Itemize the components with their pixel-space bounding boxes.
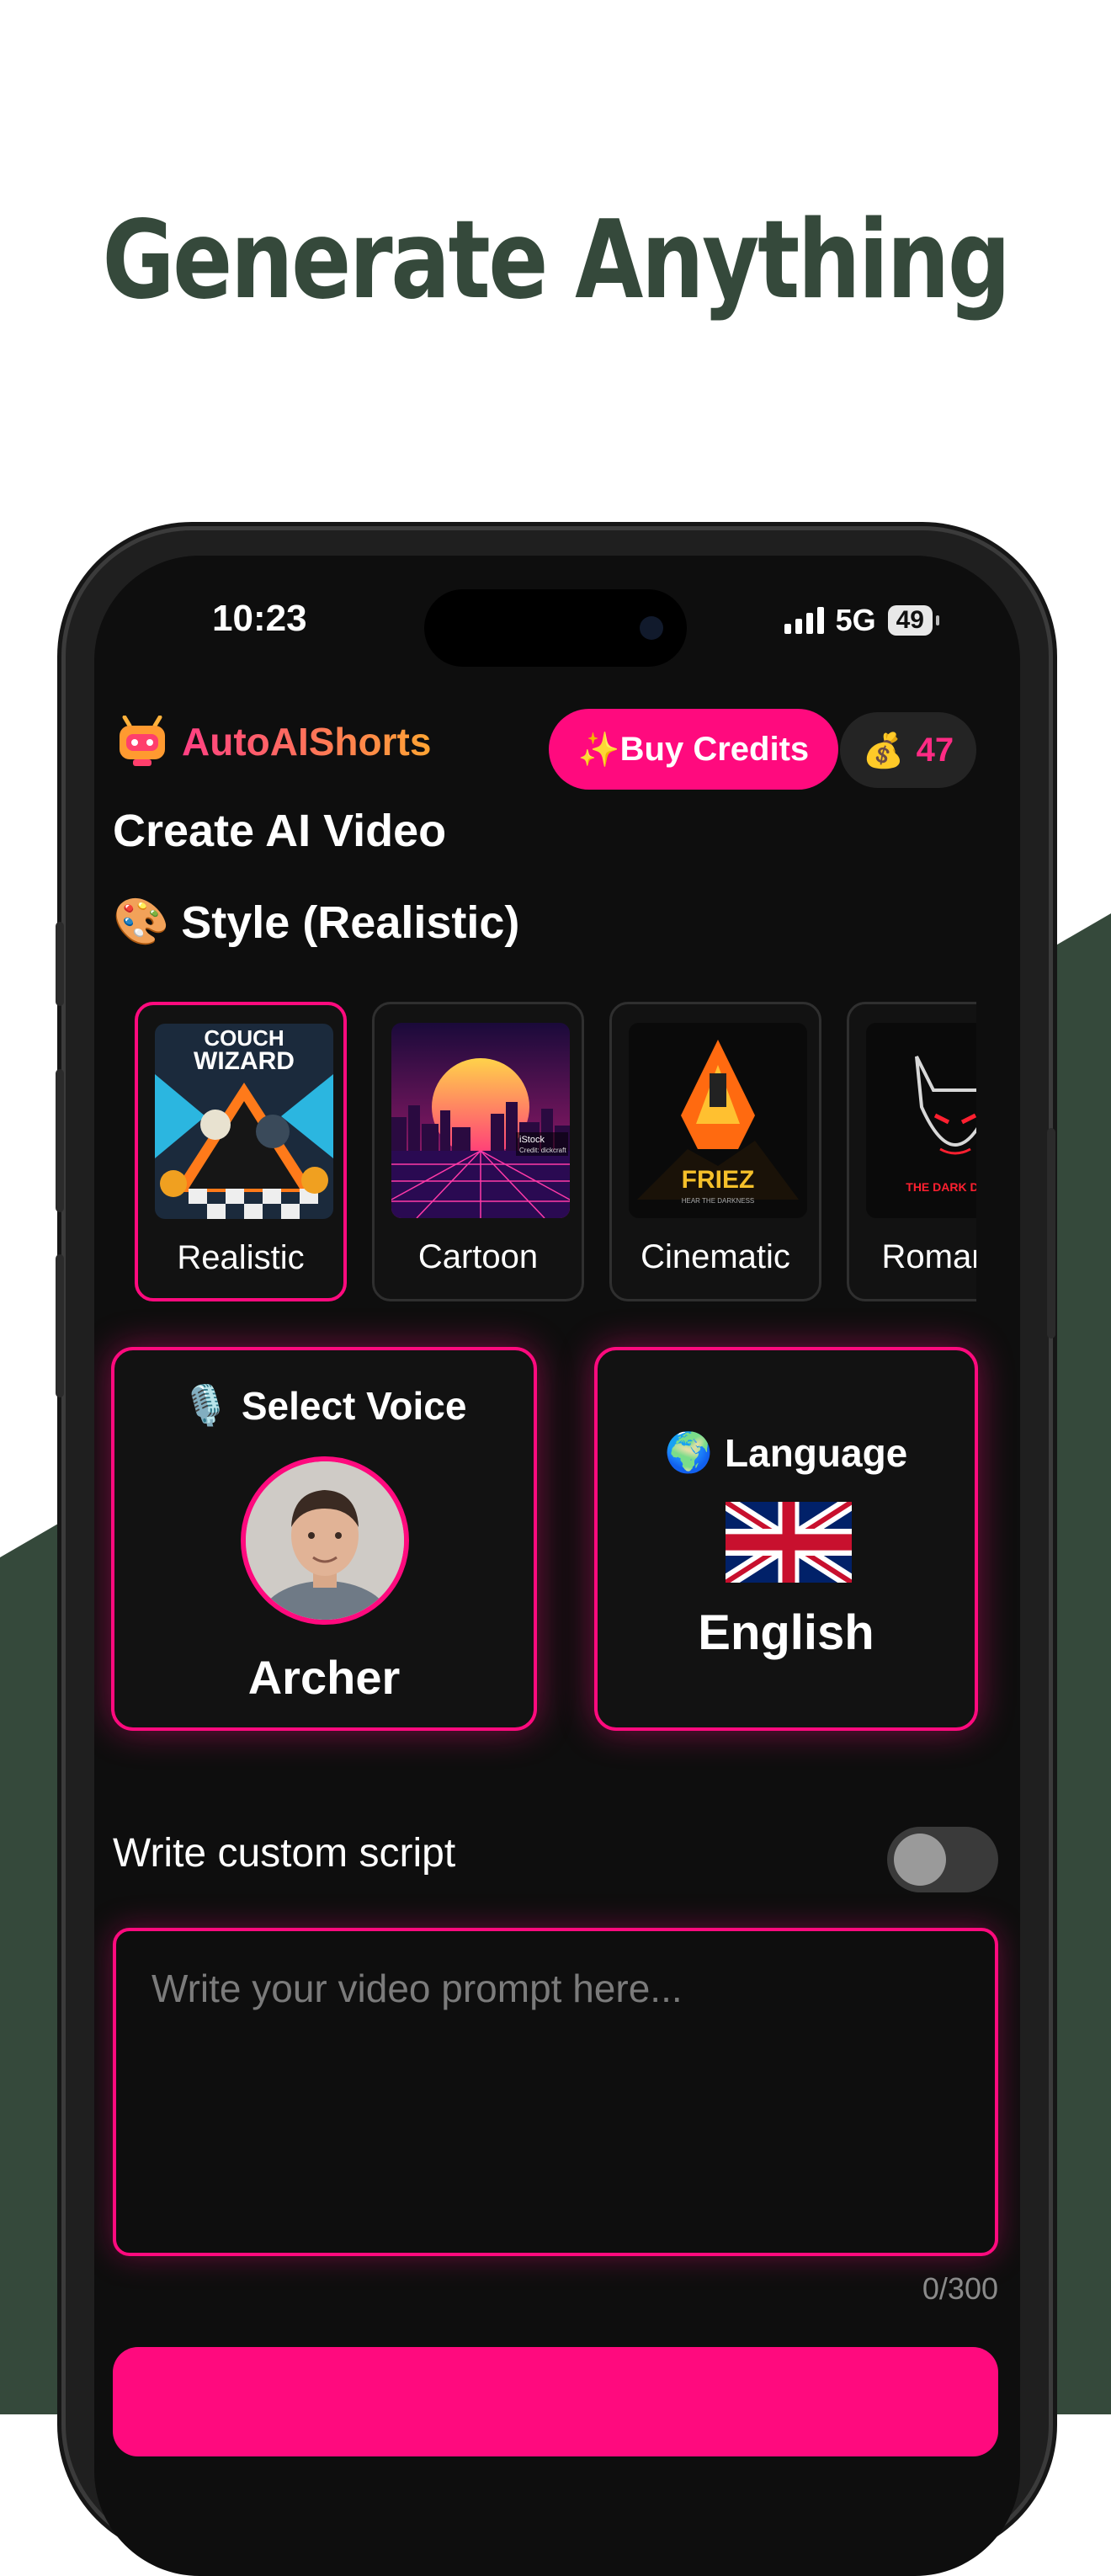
signal-icon <box>784 607 824 634</box>
style-thumb-romantic: THE DARK DEVIL <box>866 1023 976 1218</box>
status-time: 10:23 <box>212 598 307 639</box>
credits-count: 47 <box>916 731 954 769</box>
uk-flag-icon <box>722 1494 855 1590</box>
prompt-box <box>113 1928 998 2256</box>
status-indicators: 5G 49 <box>784 603 940 638</box>
phone-action-button <box>56 922 64 1006</box>
headline: Generate Anything <box>102 198 1010 323</box>
style-card-cinematic[interactable]: FRIEZ HEAR THE DARKNESS Cinematic <box>609 1002 821 1301</box>
style-label: Cartoon <box>417 1238 539 1275</box>
romantic-thumb-title: THE DARK DEVIL <box>906 1180 976 1194</box>
sparkle-icon: ✨ <box>577 731 620 769</box>
buy-credits-label: Buy Credits <box>619 730 810 768</box>
cinematic-thumb-title: FRIEZ <box>682 1166 755 1194</box>
voice-name: Archer <box>247 1651 401 1704</box>
palette-icon: 🎨 <box>113 897 170 947</box>
style-card-cartoon[interactable]: iStock Credit: dickcraft Cartoon <box>372 1002 584 1301</box>
style-carousel[interactable]: COUCH WIZARD Realistic iStock Credit: di… <box>135 1002 976 1313</box>
credits-balance[interactable]: 💰 47 <box>840 712 976 788</box>
microphone-icon: 🎙️ <box>181 1383 230 1427</box>
page-title: Create AI Video <box>113 806 447 856</box>
phone-volume-down-button <box>56 1254 64 1397</box>
phone-volume-up-button <box>56 1069 64 1212</box>
voice-avatar <box>241 1456 409 1625</box>
style-label: Realistic <box>177 1239 305 1276</box>
style-label: Cinematic <box>641 1238 790 1275</box>
app-brand: AutoAIShorts <box>116 715 432 768</box>
select-voice-title: 🎙️ Select Voice <box>181 1383 467 1428</box>
select-voice-card[interactable]: 🎙️ Select Voice Archer <box>111 1347 537 1731</box>
prompt-input[interactable] <box>150 1965 961 2012</box>
style-thumb-cinematic: FRIEZ HEAR THE DARKNESS <box>629 1023 807 1218</box>
buy-credits-button[interactable]: ✨ Buy Credits <box>549 709 838 790</box>
robot-logo-icon <box>116 715 168 768</box>
style-card-realistic[interactable]: COUCH WIZARD Realistic <box>135 1002 347 1301</box>
style-label: Romantic <box>881 1238 976 1275</box>
style-thumb-realistic: COUCH WIZARD <box>155 1024 333 1219</box>
cartoon-thumb-credit: Credit: dickcraft <box>519 1147 566 1154</box>
globe-icon: 🌍 <box>664 1430 714 1474</box>
network-label: 5G <box>835 603 876 637</box>
language-title: 🌍 Language <box>664 1430 908 1475</box>
language-name: English <box>698 1605 874 1660</box>
custom-script-toggle[interactable] <box>887 1827 998 1892</box>
character-count: 0/300 <box>922 2271 998 2306</box>
cinematic-thumb-subtitle: HEAR THE DARKNESS <box>682 1197 755 1205</box>
phone-power-button <box>1047 1128 1055 1339</box>
style-thumb-cartoon: iStock Credit: dickcraft <box>391 1023 570 1218</box>
style-section-title: 🎨 Style (Realistic) <box>113 897 520 948</box>
money-bag-icon: 💰 <box>862 732 905 769</box>
dynamic-island <box>424 589 687 667</box>
camera-icon <box>640 616 663 640</box>
toggle-knob <box>894 1834 946 1886</box>
app-screen: 10:23 5G 49 AutoAIShorts ✨ Buy Credits 💰… <box>94 556 1020 2576</box>
app-name: AutoAIShorts <box>182 720 432 764</box>
generate-button[interactable] <box>113 2347 998 2456</box>
style-card-romantic[interactable]: THE DARK DEVIL Romantic <box>847 1002 976 1301</box>
battery-icon: 49 <box>887 605 940 636</box>
custom-script-label: Write custom script <box>113 1831 456 1876</box>
realistic-thumb-title: WIZARD <box>194 1047 295 1075</box>
language-card[interactable]: 🌍 Language English <box>594 1347 978 1731</box>
cartoon-thumb-watermark: iStock <box>519 1135 545 1145</box>
